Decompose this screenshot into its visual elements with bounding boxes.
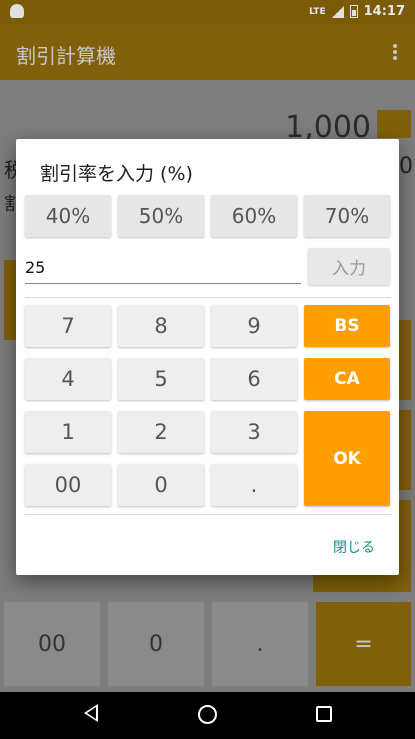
tax-value: 0 (399, 154, 413, 179)
overflow-menu-icon[interactable] (393, 44, 397, 60)
bg-key-0[interactable]: 0 (108, 602, 204, 686)
preset-70-button[interactable]: 70% (304, 195, 390, 237)
home-icon[interactable] (198, 705, 217, 724)
signal-icon (331, 5, 344, 18)
navigation-bar (0, 692, 415, 739)
android-notification-icon (10, 4, 24, 18)
discount-rate-dialog: 割引率を入力 (%) 40% 50% 60% 70% 25 入力 7 8 9 B… (16, 139, 399, 575)
recents-icon[interactable] (316, 706, 332, 722)
dialog-title: 割引率を入力 (%) (40, 163, 193, 185)
bg-orange-key (399, 410, 411, 490)
clear-all-button[interactable]: CA (304, 358, 390, 400)
backspace-icon[interactable] (377, 110, 411, 138)
network-type: LTE (309, 6, 326, 17)
key-dot[interactable]: . (211, 464, 297, 506)
bg-orange-key (399, 320, 411, 400)
key-2[interactable]: 2 (118, 411, 204, 453)
divider (25, 514, 391, 515)
key-4[interactable]: 4 (25, 358, 111, 400)
ok-button[interactable]: OK (304, 411, 390, 506)
preset-60-button[interactable]: 60% (211, 195, 297, 237)
bg-orange-key (4, 260, 16, 340)
key-7[interactable]: 7 (25, 305, 111, 347)
rate-input[interactable]: 25 (25, 254, 301, 284)
enter-button[interactable]: 入力 (308, 248, 390, 285)
key-5[interactable]: 5 (118, 358, 204, 400)
key-1[interactable]: 1 (25, 411, 111, 453)
rate-input-value: 25 (25, 258, 46, 277)
preset-50-button[interactable]: 50% (118, 195, 204, 237)
bg-key-00[interactable]: 00 (4, 602, 100, 686)
status-bar: LTE 14:17 (0, 0, 415, 24)
divider (25, 297, 391, 298)
key-6[interactable]: 6 (211, 358, 297, 400)
preset-40-button[interactable]: 40% (25, 195, 111, 237)
backspace-button[interactable]: BS (304, 305, 390, 347)
key-9[interactable]: 9 (211, 305, 297, 347)
bg-bottom-keys: 00 0 . = (0, 602, 415, 686)
key-3[interactable]: 3 (211, 411, 297, 453)
bg-key-dot[interactable]: . (212, 602, 308, 686)
app-title: 割引計算機 (16, 44, 116, 68)
key-00[interactable]: 00 (25, 464, 111, 506)
app-bar: 割引計算機 (0, 24, 415, 80)
bg-key-equals[interactable]: = (316, 602, 411, 686)
clock: 14:17 (363, 4, 405, 19)
battery-icon (349, 5, 358, 18)
close-button[interactable]: 閉じる (333, 537, 375, 557)
back-icon[interactable] (84, 704, 98, 722)
key-8[interactable]: 8 (118, 305, 204, 347)
key-0[interactable]: 0 (118, 464, 204, 506)
status-icons: LTE 14:17 (309, 4, 405, 19)
